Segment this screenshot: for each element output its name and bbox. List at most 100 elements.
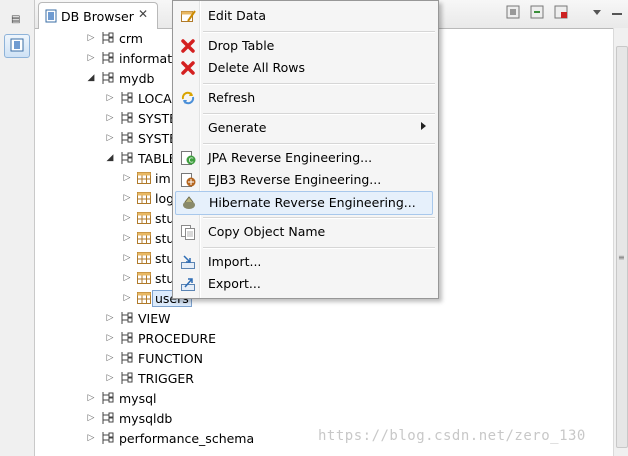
table-icon [136, 270, 152, 286]
tree-node[interactable]: ▷ SYSTE [103, 108, 178, 128]
tree-node-label: TABLE [138, 150, 177, 166]
tree-node-label: FUNCTION [138, 350, 203, 366]
db-browser-view-button[interactable] [4, 34, 30, 58]
refresh-icon [181, 91, 195, 105]
tree-node[interactable]: ▷ informati [84, 48, 176, 68]
menu-item-ejb3-reverse-engineering[interactable]: EJB3 Reverse Engineering... [175, 169, 435, 191]
expand-arrow-icon[interactable]: ▷ [103, 113, 117, 123]
schema-icon [100, 430, 116, 446]
tree-node-label: mysql [119, 390, 157, 406]
new-connection-icon[interactable] [505, 4, 521, 20]
tree-node[interactable]: ▷ VIEW [103, 308, 171, 328]
tree-node-label: VIEW [138, 310, 171, 326]
disconnect-icon[interactable] [553, 4, 569, 20]
vertical-scrollbar[interactable]: ≡ [613, 28, 628, 456]
tree-node-label: PROCEDURE [138, 330, 217, 346]
expand-arrow-icon[interactable]: ▷ [84, 33, 98, 43]
expand-arrow-icon[interactable]: ▷ [120, 233, 134, 243]
table-icon [136, 210, 152, 226]
schema-icon [100, 50, 116, 66]
tree-node[interactable]: ▷ log [120, 188, 175, 208]
menu-item-edit-data[interactable]: Edit Data [175, 5, 435, 27]
hibernate-icon [183, 196, 195, 209]
expand-arrow-icon[interactable]: ▷ [120, 213, 134, 223]
expand-arrow-icon[interactable]: ▷ [84, 433, 98, 443]
menu-item-delete-all-rows[interactable]: Delete All Rows [175, 57, 435, 79]
menu-item-refresh[interactable]: Refresh [175, 87, 435, 109]
menu-separator [203, 83, 435, 85]
tree-node[interactable]: ▷ stu [120, 228, 175, 248]
menu-separator [203, 31, 435, 33]
close-icon[interactable]: ✕ [138, 7, 148, 21]
expand-arrow-icon[interactable]: ▷ [84, 393, 98, 403]
red-x-icon [181, 61, 195, 75]
table-icon [136, 290, 152, 306]
table-icon [136, 190, 152, 206]
jpa-icon: C [181, 151, 196, 165]
tab-db-browser[interactable]: DB Browser ✕ [38, 2, 158, 29]
tree-node-label: performance_schema [119, 430, 255, 446]
export-icon [181, 278, 195, 291]
tree-node-label: informati [119, 50, 176, 66]
connect-icon[interactable] [529, 4, 545, 20]
tree-node-label: im [155, 170, 171, 186]
collapse-arrow-icon[interactable]: ◢ [103, 153, 117, 163]
expand-arrow-icon[interactable]: ▷ [103, 93, 117, 103]
minimize-icon[interactable] [609, 4, 625, 20]
tree-node[interactable]: ▷ mysql [84, 388, 157, 408]
grip-icon: ≡ [618, 253, 625, 262]
restore-icon[interactable]: ▤ [11, 14, 20, 25]
tree-node[interactable]: ▷ FUNCTION [103, 348, 203, 368]
menu-separator [203, 247, 435, 249]
menu-item-hibernate-reverse-engineering[interactable]: Hibernate Reverse Engineering... [175, 191, 433, 215]
folder-node-icon [119, 150, 135, 166]
menu-item-import[interactable]: Import... [175, 251, 435, 273]
folder-node-icon [119, 130, 135, 146]
expand-arrow-icon[interactable]: ▷ [103, 313, 117, 323]
tree-node[interactable]: ▷ mysqldb [84, 408, 173, 428]
folder-node-icon [119, 350, 135, 366]
tree-node[interactable]: ▷ TRIGGER [103, 368, 194, 388]
folder-node-icon [119, 90, 135, 106]
expand-arrow-icon[interactable]: ▷ [103, 133, 117, 143]
expand-arrow-icon[interactable]: ▷ [103, 353, 117, 363]
watermark: https://blog.csdn.net/zero_130 [318, 428, 586, 444]
tree-node[interactable]: ▷ LOCAL [103, 88, 179, 108]
tree-node[interactable]: ▷ stu [120, 208, 175, 228]
expand-arrow-icon[interactable]: ▷ [84, 53, 98, 63]
tree-node[interactable]: ▷ stu [120, 268, 175, 288]
tree-node-label: crm [119, 30, 143, 46]
tree-node[interactable]: ▷ stu [120, 248, 175, 268]
menu-item-drop-table[interactable]: Drop Table [175, 35, 435, 57]
submenu-arrow-icon [421, 122, 426, 130]
menu-item-jpa-reverse-engineering[interactable]: C JPA Reverse Engineering... [175, 147, 435, 169]
tree-node[interactable]: ▷ im [120, 168, 171, 188]
tree-node[interactable]: ▷ PROCEDURE [103, 328, 217, 348]
expand-arrow-icon[interactable]: ▷ [120, 273, 134, 283]
collapse-arrow-icon[interactable]: ◢ [84, 73, 98, 83]
folder-node-icon [119, 310, 135, 326]
menu-item-export[interactable]: Export... [175, 273, 435, 295]
menu-item-generate[interactable]: Generate [175, 117, 435, 139]
menu-separator [203, 113, 435, 115]
tree-node[interactable]: ◢ TABLE [103, 148, 177, 168]
tab-label: DB Browser [61, 9, 134, 24]
tree-node[interactable]: ▷ crm [84, 28, 143, 48]
expand-arrow-icon[interactable]: ▷ [120, 193, 134, 203]
menu-item-copy-object-name[interactable]: Copy Object Name [175, 221, 435, 243]
expand-arrow-icon[interactable]: ▷ [120, 173, 134, 183]
expand-arrow-icon[interactable]: ▷ [103, 373, 117, 383]
expand-arrow-icon[interactable]: ▷ [120, 253, 134, 263]
view-menu-icon[interactable] [589, 4, 605, 20]
scrollbar-thumb[interactable] [616, 46, 628, 448]
tree-node[interactable]: ▷ SYSTE [103, 128, 178, 148]
expand-arrow-icon[interactable]: ▷ [120, 293, 134, 303]
table-icon [136, 230, 152, 246]
expand-arrow-icon[interactable]: ▷ [103, 333, 117, 343]
import-icon [181, 255, 195, 269]
tree-node[interactable]: ▷ performance_schema [84, 428, 255, 448]
expand-arrow-icon[interactable]: ▷ [84, 413, 98, 423]
menu-separator [203, 217, 435, 219]
database-icon [10, 38, 24, 52]
tree-node[interactable]: ◢ mydb [84, 68, 155, 88]
